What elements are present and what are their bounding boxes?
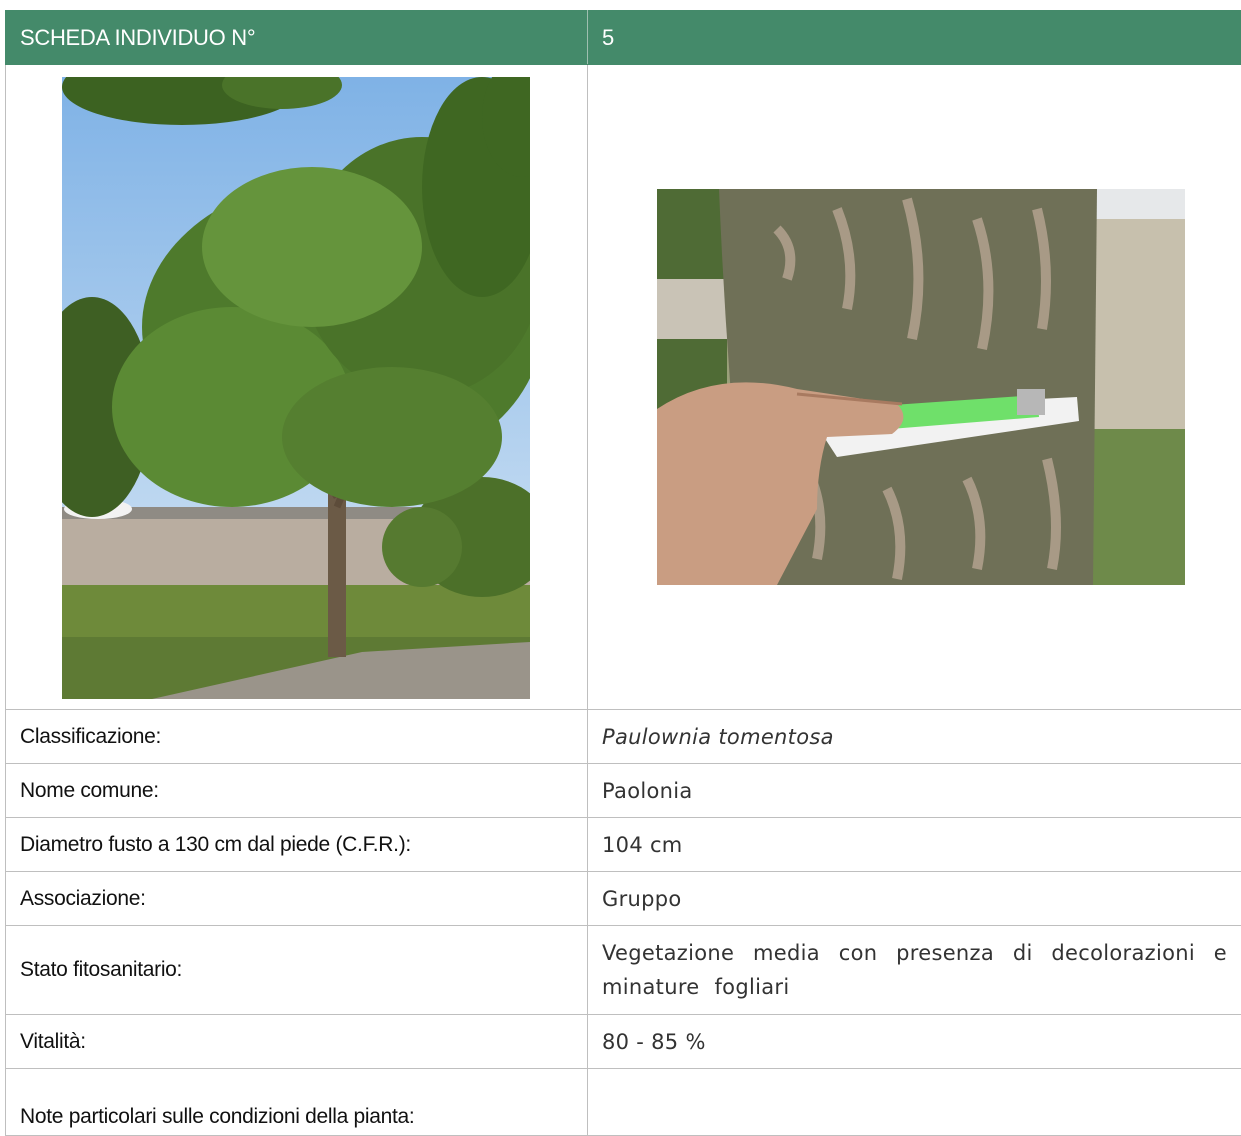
stato-fitosanitario-value: Vegetazione media con presenza di decolo…	[588, 926, 1241, 1015]
header-row: SCHEDA INDIVIDUO N° 5	[6, 11, 1241, 65]
vitalita-label: Vitalità:	[6, 1015, 588, 1069]
photos-row	[6, 65, 1241, 710]
stato-fitosanitario-label: Stato fitosanitario:	[6, 926, 588, 1015]
nome-comune-value: Paolonia	[588, 764, 1241, 818]
sheet-number: 5	[588, 11, 1241, 65]
row-classificazione: Classificazione: Paulownia tomentosa	[6, 710, 1241, 764]
nome-comune-label: Nome comune:	[6, 764, 588, 818]
row-note: Note particolari sulle condizioni della …	[6, 1069, 1241, 1136]
tree-record-sheet: SCHEDA INDIVIDUO N° 5	[5, 10, 1241, 1136]
record-table: SCHEDA INDIVIDUO N° 5	[5, 10, 1241, 1136]
associazione-label: Associazione:	[6, 872, 588, 926]
vitalita-value: 80 - 85 %	[588, 1015, 1241, 1069]
associazione-value: Gruppo	[588, 872, 1241, 926]
classificazione-value: Paulownia tomentosa	[588, 710, 1241, 764]
row-associazione: Associazione: Gruppo	[6, 872, 1241, 926]
diametro-value: 104 cm	[588, 818, 1241, 872]
diametro-label: Diametro fusto a 130 cm dal piede (C.F.R…	[6, 818, 588, 872]
trunk-photo-cell	[588, 65, 1241, 710]
row-stato-fitosanitario: Stato fitosanitario: Vegetazione media c…	[6, 926, 1241, 1015]
tree-photo-cell	[6, 65, 588, 710]
row-vitalita: Vitalità: 80 - 85 %	[6, 1015, 1241, 1069]
note-label: Note particolari sulle condizioni della …	[6, 1069, 588, 1136]
note-value	[588, 1069, 1241, 1136]
classificazione-label: Classificazione:	[6, 710, 588, 764]
row-diametro: Diametro fusto a 130 cm dal piede (C.F.R…	[6, 818, 1241, 872]
trunk-measure-photo	[657, 189, 1185, 585]
sheet-title: SCHEDA INDIVIDUO N°	[6, 11, 588, 65]
row-nome-comune: Nome comune: Paolonia	[6, 764, 1241, 818]
tree-photo	[62, 77, 530, 699]
